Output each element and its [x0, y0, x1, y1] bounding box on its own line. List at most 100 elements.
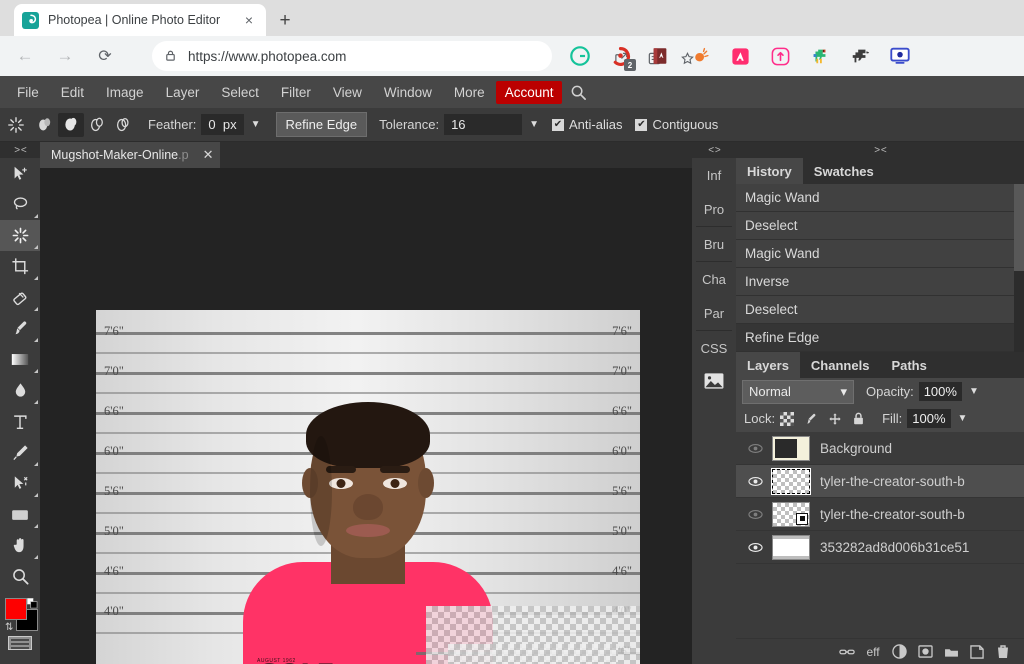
fill-input[interactable]: 100%: [907, 409, 951, 428]
reload-button[interactable]: ⟳: [90, 41, 120, 71]
magic-wand-tool[interactable]: [0, 220, 40, 251]
layer-visibility-toggle[interactable]: [742, 542, 768, 553]
refine-edge-button[interactable]: Refine Edge: [275, 112, 368, 137]
history-entry[interactable]: Deselect: [736, 296, 1014, 324]
type-tool[interactable]: [0, 406, 40, 437]
fill-dropdown-icon[interactable]: ▼: [958, 413, 968, 424]
account-button[interactable]: Account: [495, 80, 563, 104]
feather-dropdown-icon[interactable]: ▼: [251, 119, 261, 130]
layer-row[interactable]: 353282ad8d006b31ce51: [736, 531, 1024, 564]
pen-tool[interactable]: [0, 437, 40, 468]
rail-item-brushes[interactable]: Bru: [692, 227, 736, 261]
menu-window[interactable]: Window: [373, 81, 443, 104]
shape-tool[interactable]: [0, 499, 40, 530]
eraser-tool[interactable]: [0, 282, 40, 313]
layer-effects-button[interactable]: eff: [860, 645, 886, 659]
rail-item-properties[interactable]: Pro: [692, 192, 736, 226]
history-entry[interactable]: Inverse: [736, 268, 1014, 296]
menu-filter[interactable]: Filter: [270, 81, 322, 104]
layer-visibility-toggle[interactable]: [742, 443, 768, 454]
tolerance-input[interactable]: 16: [444, 114, 523, 135]
contiguous-checkbox[interactable]: ✔ Contiguous: [635, 117, 718, 132]
tab-paths[interactable]: Paths: [880, 352, 937, 378]
hand-tool[interactable]: [0, 530, 40, 561]
brush-tool[interactable]: [0, 313, 40, 344]
menu-select[interactable]: Select: [210, 81, 270, 104]
history-entry[interactable]: Magic Wand: [736, 184, 1014, 212]
menu-edit[interactable]: Edit: [50, 81, 95, 104]
grammarly-icon[interactable]: [565, 41, 595, 71]
address-bar[interactable]: https://www.photopea.com: [152, 41, 694, 71]
browser-tab[interactable]: Photopea | Online Photo Editor ×: [14, 4, 266, 36]
new-group-button[interactable]: [938, 646, 964, 658]
tab-channels[interactable]: Channels: [800, 352, 881, 378]
layer-row-selected[interactable]: tyler-the-creator-south-b: [736, 465, 1024, 498]
rail-item-info[interactable]: Inf: [692, 158, 736, 192]
opacity-input[interactable]: 100%: [918, 382, 962, 401]
foreground-color-swatch[interactable]: [5, 598, 27, 620]
close-icon[interactable]: ✕: [203, 147, 214, 163]
document-tab[interactable]: Mugshot-Maker-Online .p ✕: [40, 142, 221, 168]
new-tab-button[interactable]: +: [272, 8, 298, 34]
menu-file[interactable]: File: [6, 81, 50, 104]
menu-view[interactable]: View: [322, 81, 373, 104]
adjustment-layer-button[interactable]: [886, 644, 912, 659]
layer-visibility-toggle[interactable]: [742, 509, 768, 520]
selection-mode-intersect[interactable]: [110, 113, 136, 137]
layer-visibility-toggle[interactable]: [742, 476, 768, 487]
menu-layer[interactable]: Layer: [155, 81, 211, 104]
lock-move-icon[interactable]: [828, 412, 842, 426]
antialias-checkbox[interactable]: ✔ Anti-alias: [551, 117, 622, 132]
tab-history[interactable]: History: [736, 158, 803, 184]
forward-button[interactable]: →: [50, 41, 80, 71]
tolerance-dropdown-icon[interactable]: ▼: [529, 119, 539, 130]
layer-mask-button[interactable]: [912, 645, 938, 658]
path-select-tool[interactable]: [0, 468, 40, 499]
canvas-area[interactable]: 7'6" 7'6" 7'0" 7'0" 6'6" 6'6" 6'0" 6'0" …: [40, 168, 692, 664]
menu-image[interactable]: Image: [95, 81, 155, 104]
quick-mask-button[interactable]: [8, 636, 32, 650]
selection-mode-subtract[interactable]: [84, 113, 110, 137]
blend-mode-select[interactable]: Normal ▾: [742, 379, 854, 404]
link-layers-button[interactable]: [834, 647, 860, 657]
selection-mode-new[interactable]: [32, 113, 58, 137]
image-icon[interactable]: [692, 365, 736, 397]
screen-icon[interactable]: [885, 41, 915, 71]
dictionary-icon[interactable]: [645, 41, 675, 71]
menu-more[interactable]: More: [443, 81, 496, 104]
upload-icon[interactable]: [765, 41, 795, 71]
zoom-tool[interactable]: [0, 561, 40, 592]
gradient-tool[interactable]: [0, 344, 40, 375]
adobe-icon[interactable]: [725, 41, 755, 71]
swap-colors-icon[interactable]: ⇅: [5, 622, 13, 633]
history-scrollbar[interactable]: [1014, 184, 1024, 352]
lock-all-icon[interactable]: [852, 412, 865, 426]
close-icon[interactable]: ×: [240, 11, 258, 29]
feather-input[interactable]: 0 px: [201, 114, 244, 135]
lock-transparency-icon[interactable]: [780, 411, 795, 426]
opacity-dropdown-icon[interactable]: ▼: [969, 386, 979, 397]
new-layer-button[interactable]: [964, 644, 990, 659]
layer-row[interactable]: Background: [736, 432, 1024, 465]
crop-tool[interactable]: [0, 251, 40, 282]
lock-paint-icon[interactable]: [804, 412, 818, 426]
color-swatches[interactable]: ⇅: [5, 598, 38, 633]
rail-expand-button[interactable]: < >: [692, 142, 736, 158]
blur-tool[interactable]: [0, 375, 40, 406]
dino-black-icon[interactable]: [845, 41, 875, 71]
default-colors-icon[interactable]: [27, 598, 38, 609]
delete-layer-button[interactable]: [990, 644, 1016, 659]
search-icon[interactable]: [570, 84, 587, 101]
lasso-tool[interactable]: [0, 189, 40, 220]
move-tool[interactable]: [0, 158, 40, 189]
magic-wand-icon[interactable]: [0, 116, 32, 134]
rail-item-character[interactable]: Cha: [692, 262, 736, 296]
layer-row[interactable]: tyler-the-creator-south-b: [736, 498, 1024, 531]
toolbar-collapse-button[interactable]: > <: [0, 142, 40, 158]
selection-mode-add[interactable]: [58, 112, 84, 137]
history-entry[interactable]: Deselect: [736, 212, 1014, 240]
tab-swatches[interactable]: Swatches: [803, 158, 885, 184]
history-entry-selected[interactable]: Refine Edge: [736, 324, 1014, 352]
honey-icon[interactable]: 2: [605, 41, 636, 71]
tab-layers[interactable]: Layers: [736, 352, 800, 378]
